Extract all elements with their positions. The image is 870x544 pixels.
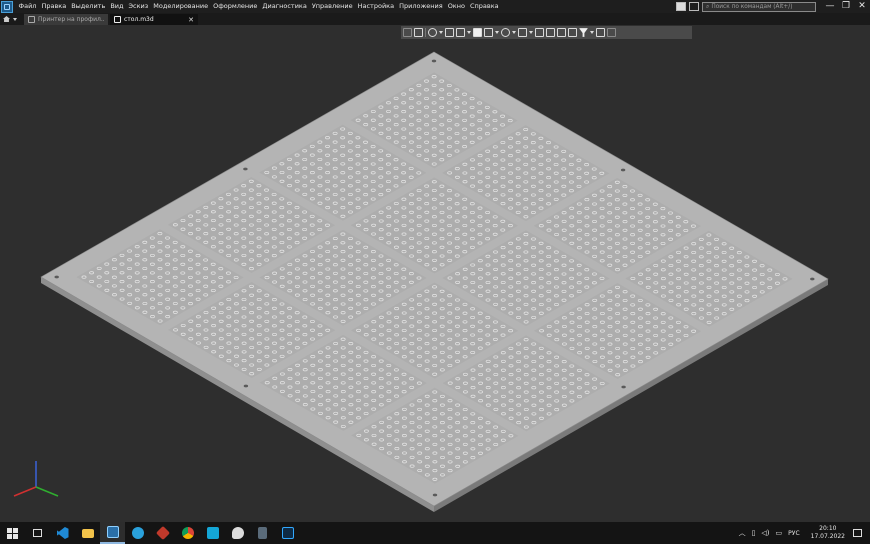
layers-icon[interactable] <box>557 28 566 37</box>
menu-item[interactable]: Приложения <box>397 0 446 13</box>
chevron-up-icon[interactable]: ︿ <box>739 528 746 538</box>
clock-time: 20:10 <box>819 525 837 532</box>
part-document-icon <box>114 16 121 23</box>
filter-icon[interactable] <box>579 28 588 37</box>
axis-y <box>35 486 59 497</box>
view-toolbar <box>401 26 692 39</box>
grid-icon[interactable] <box>403 28 412 37</box>
menu-item[interactable]: Моделирование <box>151 0 211 13</box>
network-icon[interactable]: ▭ <box>776 529 783 537</box>
zoom-icon[interactable] <box>428 28 437 37</box>
mounting-hole <box>243 167 248 171</box>
3d-viewport[interactable] <box>0 25 870 522</box>
mounting-hole <box>810 277 815 281</box>
plate-model[interactable] <box>0 25 870 522</box>
tab-label: стол.m3d <box>124 16 154 23</box>
menu-item[interactable]: Выделить <box>69 0 108 13</box>
tab-printer-profile[interactable]: Принтер на профил... <box>24 14 108 25</box>
search-icon: ⌕ <box>706 2 710 10</box>
system-tray: ︿ ▯ ◁) ▭ РУС 20:10 17.07.2022 <box>736 522 870 544</box>
command-search-input[interactable]: ⌕ Поиск по командам (Alt+/) <box>702 1 816 12</box>
axis-x <box>13 486 37 497</box>
home-icon <box>3 16 10 22</box>
mounting-hole <box>243 384 249 388</box>
restore-button[interactable]: ❐ <box>838 0 854 13</box>
kompas-logo-icon[interactable] <box>1 0 13 13</box>
solid-view-icon[interactable] <box>473 28 482 37</box>
section-icon[interactable] <box>518 28 527 37</box>
chrome-icon[interactable] <box>175 522 200 544</box>
chevron-down-icon[interactable] <box>495 31 499 34</box>
notification-icon[interactable] <box>853 529 862 537</box>
battery-icon[interactable]: ▯ <box>752 529 756 537</box>
hide-icon[interactable] <box>501 28 510 37</box>
menu-item[interactable]: Вид <box>108 0 126 13</box>
rotate-icon[interactable] <box>535 28 544 37</box>
axes-icon[interactable] <box>456 28 465 37</box>
tab-label: Принтер на профил... <box>38 16 104 23</box>
chevron-down-icon[interactable] <box>529 31 533 34</box>
wireframe-view-icon[interactable] <box>484 28 493 37</box>
windows-start-icon[interactable] <box>0 522 25 544</box>
chevron-down-icon[interactable] <box>439 31 443 34</box>
close-tab-icon[interactable]: ✕ <box>188 16 194 24</box>
measure-icon[interactable] <box>596 28 605 37</box>
command-search-placeholder: Поиск по командам (Alt+/) <box>711 3 793 10</box>
task-view-icon[interactable] <box>25 522 50 544</box>
minimize-button[interactable]: — <box>822 0 838 13</box>
mounting-hole <box>431 59 437 63</box>
mounting-hole <box>621 385 626 389</box>
kompas-icon[interactable] <box>100 522 125 544</box>
mounting-hole <box>620 168 626 172</box>
volume-icon[interactable]: ◁) <box>761 529 769 537</box>
layout-icon[interactable] <box>689 2 699 11</box>
telegram-icon[interactable] <box>125 522 150 544</box>
menu-item[interactable]: Настройка <box>355 0 396 13</box>
menu-item[interactable]: Файл <box>16 0 39 13</box>
home-tab[interactable] <box>0 13 24 25</box>
file-explorer-icon[interactable] <box>75 522 100 544</box>
menu-item[interactable]: Оформление <box>211 0 260 13</box>
sketch-plane-icon[interactable] <box>414 28 423 37</box>
chevron-down-icon <box>13 17 17 21</box>
main-menu: Файл Правка Выделить Вид Эскиз Моделирование О… <box>16 0 501 13</box>
menu-item[interactable]: Окно <box>445 0 467 13</box>
fullscreen-icon[interactable] <box>676 2 686 11</box>
app-icon[interactable] <box>150 522 175 544</box>
mounting-hole <box>54 275 59 279</box>
display-icon[interactable] <box>568 28 577 37</box>
document-tab-bar: Принтер на профил... стол.m3d ✕ <box>0 13 870 25</box>
menu-item[interactable]: Управление <box>309 0 355 13</box>
toolbar-separator <box>425 28 426 37</box>
menu-item[interactable]: Правка <box>39 0 69 13</box>
mounting-hole <box>432 493 438 497</box>
photoshop-icon[interactable] <box>275 522 300 544</box>
chevron-down-icon[interactable] <box>512 31 516 34</box>
tab-stol-m3d[interactable]: стол.m3d ✕ <box>110 14 198 25</box>
language-indicator[interactable]: РУС <box>788 530 799 537</box>
clock[interactable]: 20:10 17.07.2022 <box>811 525 845 541</box>
menu-item[interactable]: Эскиз <box>126 0 151 13</box>
orient-icon[interactable] <box>546 28 555 37</box>
close-window-button[interactable]: ✕ <box>854 0 870 13</box>
eyedropper-icon[interactable] <box>607 28 616 37</box>
menubar-right: ⌕ Поиск по командам (Alt+/) — ❐ ✕ <box>676 0 870 13</box>
menu-item[interactable]: Справка <box>467 0 501 13</box>
menu-bar: Файл Правка Выделить Вид Эскиз Моделирование О… <box>0 0 870 13</box>
clock-date: 17.07.2022 <box>810 533 845 540</box>
vscode-icon[interactable] <box>50 522 75 544</box>
cursa-icon[interactable] <box>200 522 225 544</box>
assembly-document-icon <box>28 16 35 23</box>
chevron-down-icon[interactable] <box>590 31 594 34</box>
chevron-down-icon[interactable] <box>467 31 471 34</box>
paint-icon[interactable] <box>225 522 250 544</box>
calculator-icon[interactable] <box>250 522 275 544</box>
menu-item[interactable]: Диагностика <box>260 0 309 13</box>
windows-taskbar: ︿ ▯ ◁) ▭ РУС 20:10 17.07.2022 <box>0 522 870 544</box>
pan-icon[interactable] <box>445 28 454 37</box>
